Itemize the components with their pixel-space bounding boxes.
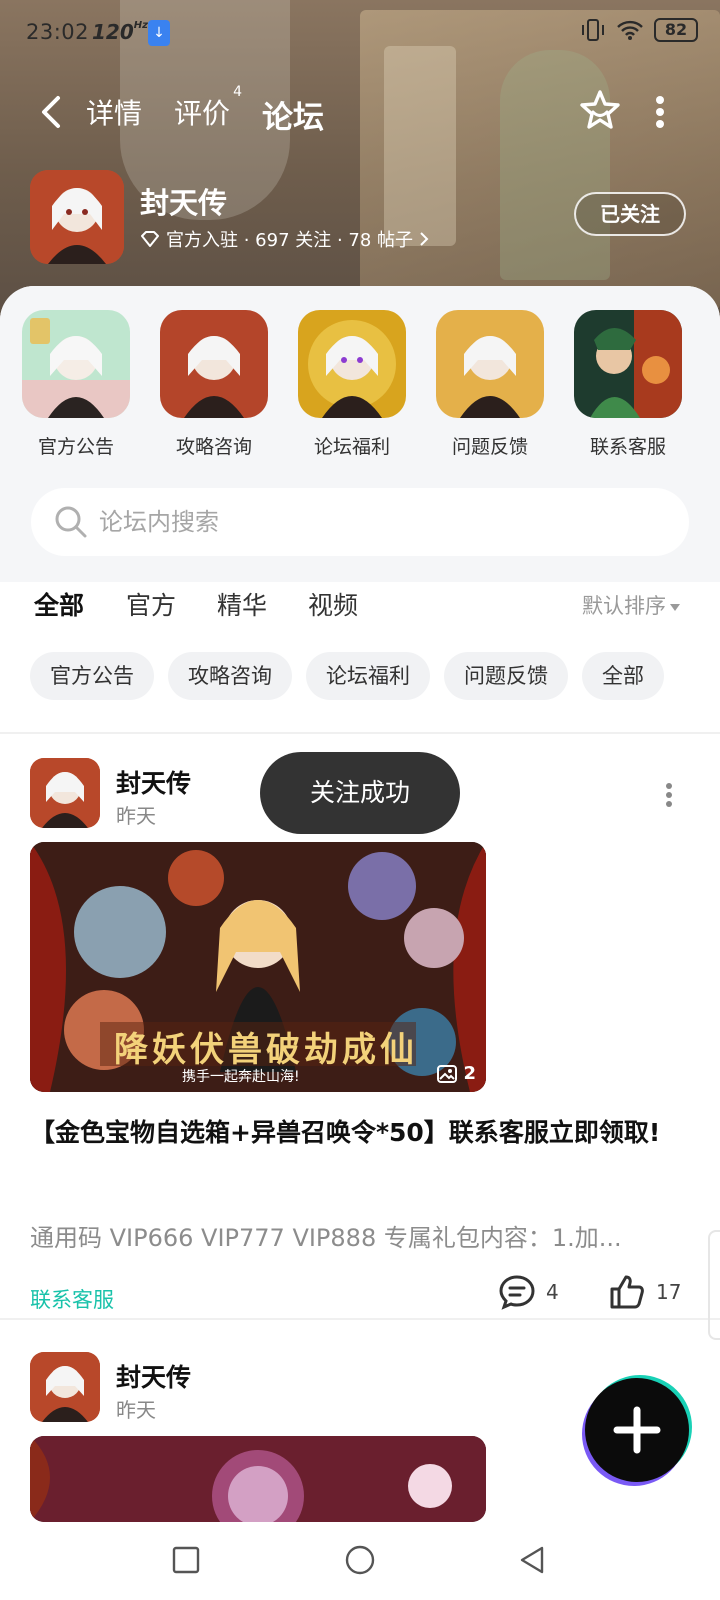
like-count: 17 bbox=[656, 1280, 682, 1304]
download-icon: ↓ bbox=[148, 20, 170, 46]
shortcut-thumb bbox=[160, 310, 268, 418]
reviews-count-badge: 4 bbox=[233, 84, 243, 100]
cover-text: 降妖伏兽破劫成仙 bbox=[114, 1030, 418, 1070]
category-chips: 官方公告 攻略咨询 论坛福利 问题反馈 全部 bbox=[30, 652, 720, 702]
post-author: 封天传 bbox=[116, 1363, 192, 1392]
back-arrow-icon[interactable] bbox=[36, 92, 72, 132]
forum-search[interactable] bbox=[31, 488, 689, 556]
favorite-star-icon[interactable] bbox=[578, 88, 622, 132]
post-time: 昨天 bbox=[116, 804, 156, 828]
image-icon bbox=[437, 1064, 458, 1083]
sort-dropdown[interactable]: 默认排序 bbox=[582, 590, 680, 620]
shortcut-thumb bbox=[436, 310, 544, 418]
battery-icon: 82 bbox=[654, 18, 698, 42]
filter-tab-all[interactable]: 全部 bbox=[34, 586, 84, 628]
search-icon bbox=[55, 506, 87, 538]
status-time: 23:02 bbox=[26, 20, 90, 44]
shortcut-support[interactable]: 联系客服 bbox=[568, 310, 688, 459]
post-cover-image[interactable]: 降妖伏兽破劫成仙 携手一起奔赴山海! 2 bbox=[30, 842, 486, 1092]
divider bbox=[0, 1318, 720, 1320]
official-diamond-icon bbox=[141, 231, 159, 247]
chevron-right-icon bbox=[420, 232, 429, 246]
edge-panel-handle[interactable] bbox=[708, 1230, 720, 1340]
chip-guides[interactable]: 攻略咨询 bbox=[168, 652, 292, 700]
back-triangle-icon[interactable] bbox=[514, 1542, 550, 1578]
filter-tab-featured[interactable]: 精华 bbox=[217, 586, 267, 622]
refresh-rate: 120Hz bbox=[92, 20, 148, 44]
game-avatar[interactable] bbox=[30, 170, 124, 264]
game-meta[interactable]: 官方入驻 · 697 关注 · 78 帖子 bbox=[140, 226, 429, 252]
system-nav-bar bbox=[0, 1522, 720, 1600]
post-cover-image[interactable] bbox=[30, 1436, 486, 1522]
comment-button[interactable]: 4 bbox=[498, 1274, 559, 1310]
like-button[interactable]: 17 bbox=[608, 1274, 681, 1310]
search-input[interactable] bbox=[99, 502, 659, 542]
more-options-icon[interactable] bbox=[654, 94, 666, 130]
filter-tabs: 全部 官方 精华 视频 默认排序 bbox=[0, 586, 720, 636]
tab-details[interactable]: 详情 bbox=[86, 92, 142, 132]
post-topic-tag[interactable]: 联系客服 bbox=[30, 1284, 114, 1314]
plus-icon bbox=[613, 1406, 661, 1454]
filter-tab-official[interactable]: 官方 bbox=[126, 586, 176, 622]
post-title[interactable]: 【金色宝物自选箱+异兽召唤令*50】联系客服立即领取! bbox=[30, 1112, 690, 1154]
shortcut-benefits[interactable]: 论坛福利 bbox=[292, 310, 412, 459]
game-name: 封天传 bbox=[140, 186, 228, 220]
chip-all[interactable]: 全部 bbox=[582, 652, 664, 700]
thumbs-up-icon bbox=[610, 1275, 644, 1309]
shortcuts-area: 官方公告 攻略咨询 论坛福利 问题反馈 联系客服 论坛内搜索 bbox=[0, 286, 720, 582]
shortcut-thumb bbox=[574, 310, 682, 418]
comment-count: 4 bbox=[546, 1280, 559, 1304]
post-excerpt: 通用码 VIP666 VIP777 VIP888 专属礼包内容：1.加... bbox=[30, 1224, 622, 1252]
post-author: 封天传 bbox=[116, 769, 192, 798]
status-bar: 23:02 120Hz ↓ 82 bbox=[0, 0, 720, 64]
game-stats: 官方入驻 · 697 关注 · 78 帖子 bbox=[166, 230, 414, 251]
shortcut-thumb bbox=[22, 310, 130, 418]
home-circle-icon[interactable] bbox=[342, 1542, 378, 1578]
post-more-icon[interactable] bbox=[664, 782, 674, 808]
post-time: 昨天 bbox=[116, 1398, 156, 1422]
chip-announcements[interactable]: 官方公告 bbox=[30, 652, 154, 700]
shortcut-thumb bbox=[298, 310, 406, 418]
shortcut-announcements[interactable]: 官方公告 bbox=[16, 310, 136, 459]
wifi-icon bbox=[617, 20, 643, 40]
game-header: 23:02 120Hz ↓ 82 详情 评价 4 论坛 封天传 官方入驻 · 69… bbox=[0, 0, 720, 320]
image-count: 2 bbox=[437, 1063, 476, 1084]
author-avatar[interactable] bbox=[30, 1352, 100, 1422]
filter-tab-video[interactable]: 视频 bbox=[308, 586, 358, 622]
post-card[interactable]: 封天传 昨天 降妖伏兽破劫成仙 携手一起奔赴山海! 2 【金色宝物自选箱+异兽召… bbox=[0, 758, 720, 1312]
new-post-button[interactable] bbox=[585, 1378, 689, 1482]
game-info: 封天传 官方入驻 · 697 关注 · 78 帖子 已关注 bbox=[30, 170, 690, 266]
vibrate-icon bbox=[582, 19, 604, 41]
comment-icon bbox=[499, 1275, 535, 1310]
tab-forum[interactable]: 论坛 bbox=[258, 92, 328, 139]
cover-subtext: 携手一起奔赴山海! bbox=[182, 1069, 300, 1085]
shortcut-guides[interactable]: 攻略咨询 bbox=[154, 310, 274, 459]
author-avatar[interactable] bbox=[30, 758, 100, 828]
forum-shortcuts: 官方公告 攻略咨询 论坛福利 问题反馈 联系客服 bbox=[0, 310, 720, 460]
top-nav: 详情 评价 4 论坛 bbox=[0, 84, 720, 140]
shortcut-feedback[interactable]: 问题反馈 bbox=[430, 310, 550, 459]
divider bbox=[0, 732, 720, 734]
tab-reviews[interactable]: 评价 4 bbox=[174, 84, 242, 132]
chip-benefits[interactable]: 论坛福利 bbox=[306, 652, 430, 700]
recents-square-icon[interactable] bbox=[168, 1542, 204, 1578]
followed-button[interactable]: 已关注 bbox=[574, 192, 686, 236]
chip-feedback[interactable]: 问题反馈 bbox=[444, 652, 568, 700]
follow-success-toast: 关注成功 bbox=[260, 752, 460, 834]
active-filter-indicator bbox=[38, 620, 81, 628]
caret-down-icon bbox=[670, 603, 680, 611]
